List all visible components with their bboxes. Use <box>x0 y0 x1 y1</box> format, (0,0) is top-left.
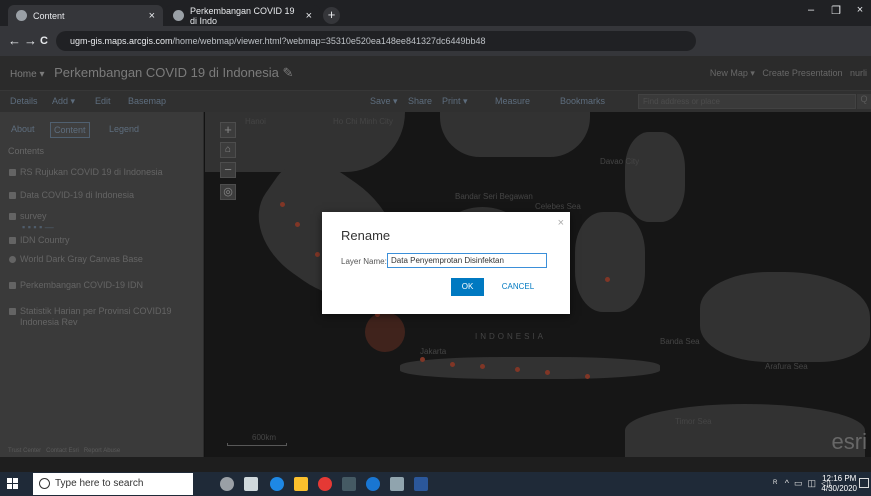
tab-favicon-icon <box>16 10 27 21</box>
clock-date: 4/30/2020 <box>821 484 857 493</box>
browser-tab-bar: Content × Perkembangan COVID 19 di Indo … <box>0 0 871 26</box>
task-view-icon[interactable] <box>244 477 258 491</box>
file-explorer-icon[interactable] <box>294 477 308 491</box>
reload-button[interactable]: C <box>40 35 48 48</box>
forward-button[interactable]: → <box>24 34 37 47</box>
tab-title: Perkembangan COVID 19 di Indo <box>190 5 295 26</box>
tab-close-icon[interactable]: × <box>306 10 312 22</box>
page-bottom <box>0 457 871 472</box>
media-player-icon[interactable] <box>342 477 356 491</box>
cortana-circle-icon <box>39 478 50 489</box>
taskbar-search-input[interactable]: Type here to search <box>33 473 193 495</box>
url-path: /home/webmap/viewer.html?webmap=35310e52… <box>172 36 486 46</box>
taskbar-clock[interactable]: 12:16 PM 4/30/2020 <box>821 474 857 494</box>
url-domain: ugm-gis.maps.arcgis.com <box>70 36 173 46</box>
tab-favicon-icon <box>173 10 184 21</box>
dialog-title: Rename <box>341 228 391 243</box>
browser-tab-covid-map[interactable]: Perkembangan COVID 19 di Indo × <box>165 5 320 26</box>
cancel-button[interactable]: CANCEL <box>493 278 543 296</box>
close-icon[interactable]: × <box>558 217 564 229</box>
chrome-icon[interactable] <box>366 477 380 491</box>
app-icon[interactable] <box>390 477 404 491</box>
back-button[interactable]: ← <box>8 34 21 47</box>
ok-button[interactable]: OK <box>451 278 484 296</box>
close-window-button[interactable]: × <box>849 4 871 16</box>
network-icon[interactable]: ◫ <box>808 478 817 488</box>
windows-start-icon[interactable] <box>7 478 19 490</box>
new-tab-button[interactable]: + <box>323 7 340 24</box>
clock-time: 12:16 PM <box>822 474 857 483</box>
notification-icon[interactable] <box>859 478 869 488</box>
word-icon[interactable] <box>414 477 428 491</box>
edge-icon[interactable] <box>270 477 284 491</box>
layer-name-label: Layer Name: <box>341 257 387 266</box>
people-icon[interactable]: ᴿ <box>773 478 777 488</box>
tab-close-icon[interactable]: × <box>149 10 155 22</box>
layer-name-input[interactable] <box>387 253 547 268</box>
browser-tab-content[interactable]: Content × <box>8 5 163 26</box>
maximize-button[interactable]: ❐ <box>825 4 847 17</box>
minimize-button[interactable]: – <box>800 4 822 16</box>
url-field[interactable]: ugm-gis.maps.arcgis.com/home/webmap/view… <box>56 31 696 51</box>
battery-icon[interactable]: ▭ <box>794 478 803 488</box>
opera-icon[interactable] <box>318 477 332 491</box>
microphone-icon[interactable] <box>220 477 234 491</box>
browser-address-bar: ← → C ugm-gis.maps.arcgis.com/home/webma… <box>0 26 871 73</box>
search-placeholder: Type here to search <box>55 478 144 489</box>
chevron-up-icon[interactable]: ^ <box>785 478 789 488</box>
rename-dialog: Rename × Layer Name: OK CANCEL <box>322 212 570 314</box>
tab-title: Content <box>33 10 65 21</box>
windows-taskbar: Type here to search ᴿ ^ ▭ ◫ ◁) 12:16 PM … <box>0 472 871 496</box>
